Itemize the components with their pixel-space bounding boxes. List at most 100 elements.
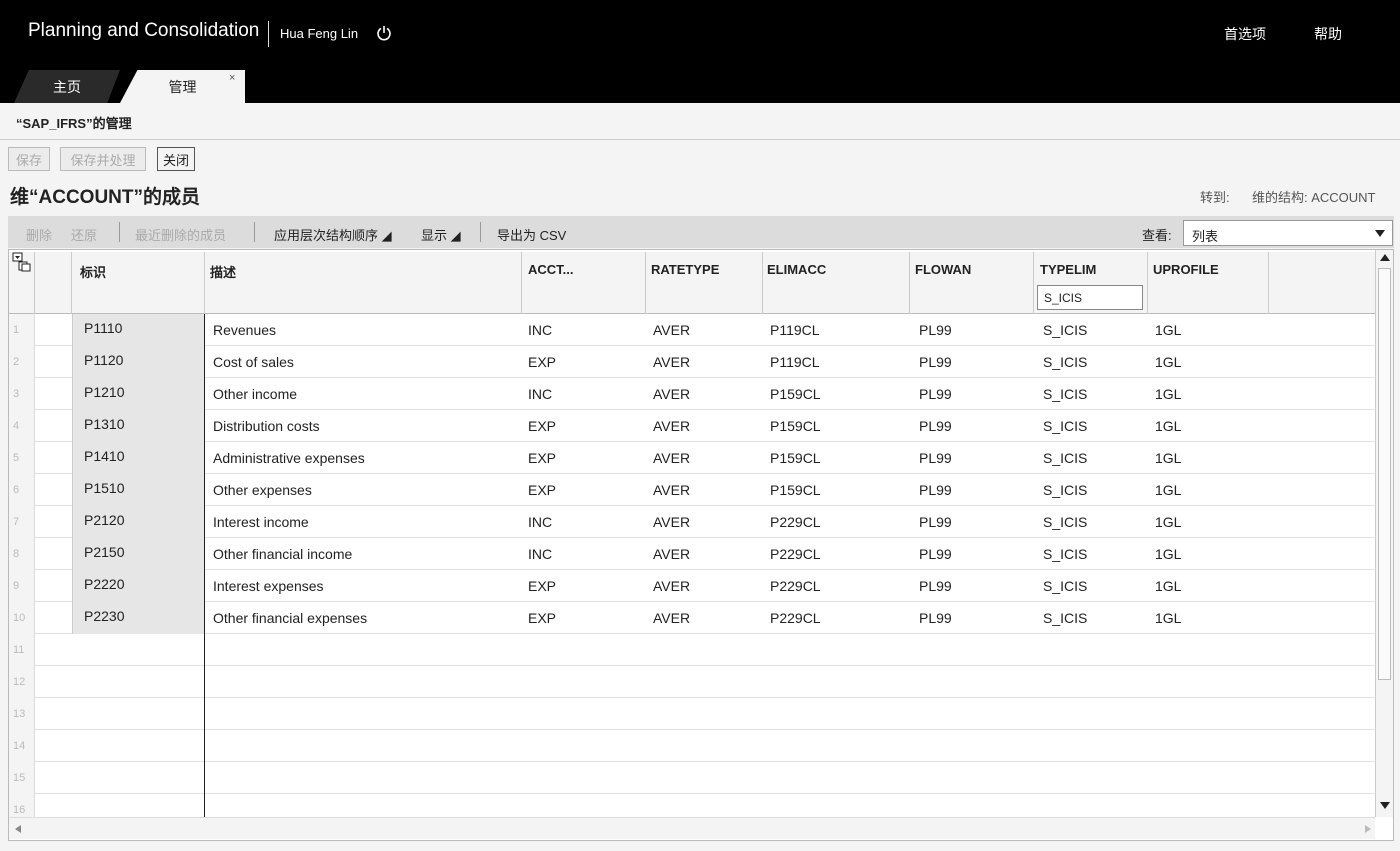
uprofile-cell: 1GL — [1155, 578, 1182, 594]
ratetype-cell: AVER — [653, 482, 691, 498]
scroll-left-icon[interactable] — [15, 825, 21, 833]
uprofile-cell: 1GL — [1155, 610, 1182, 626]
main-content: “SAP_IFRS”的管理 保存 保存并处理 关闭 维“ACCOUNT”的成员 … — [0, 103, 1400, 851]
recently-deleted-button[interactable]: 最近删除的成员 — [135, 225, 226, 244]
empty-row: 13 — [9, 698, 1375, 730]
flowan-cell: PL99 — [919, 546, 952, 562]
uprofile-cell: 1GL — [1155, 386, 1182, 402]
acct-cell: INC — [528, 546, 553, 562]
table-row[interactable]: 7 P2120 Interest income INC AVER P229CL PL99 S_… — [9, 506, 1375, 538]
help-link[interactable]: 帮助 — [1314, 24, 1342, 44]
table-row[interactable]: 5 P1410 Administrative expenses EXP AVER P159… — [9, 442, 1375, 474]
description-cell: Other expenses — [213, 482, 312, 498]
breadcrumb: “SAP_IFRS”的管理 — [16, 116, 132, 131]
id-cell: P2220 — [72, 570, 204, 602]
column-settings-icon[interactable] — [12, 252, 34, 272]
typelim-cell: S_ICIS — [1043, 354, 1088, 370]
acct-cell: INC — [528, 386, 553, 402]
save-and-process-button[interactable]: 保存并处理 — [60, 147, 146, 171]
restore-button[interactable]: 还原 — [71, 225, 97, 244]
uprofile-cell: 1GL — [1155, 546, 1182, 562]
column-header-flowan[interactable]: FLOWAN — [910, 252, 1034, 314]
table-row[interactable]: 3 P1210 Other income INC AVER P159CL PL99 S_ICI… — [9, 378, 1375, 410]
acct-cell: EXP — [528, 610, 557, 626]
app-title: Planning and Consolidation — [28, 20, 260, 41]
dimension-structure-link[interactable]: 维的结构: ACCOUNT — [1252, 187, 1376, 206]
description-cell: Other financial income — [213, 546, 353, 562]
row-select-cell — [35, 570, 72, 602]
horizontal-scrollbar[interactable] — [9, 817, 1375, 839]
id-cell: P1510 — [72, 474, 204, 506]
save-button[interactable]: 保存 — [8, 147, 50, 171]
elimacc-cell: P229CL — [770, 514, 821, 530]
typelim-filter-input[interactable]: S_ICIS — [1037, 285, 1143, 310]
flowan-cell: PL99 — [919, 386, 952, 402]
toolbar-separator — [480, 222, 481, 242]
toolbar-separator — [119, 222, 120, 242]
table-row[interactable]: 2 P1120 Cost of sales EXP AVER P119CL PL99 S_IC… — [9, 346, 1375, 378]
ratetype-cell: AVER — [653, 450, 691, 466]
logout-power-icon[interactable] — [376, 25, 392, 41]
table-row[interactable]: 8 P2150 Other financial income INC AVER P229C… — [9, 538, 1375, 570]
acct-cell: EXP — [528, 354, 557, 370]
acct-cell: INC — [528, 322, 553, 338]
row-select-cell — [35, 442, 72, 474]
typelim-cell: S_ICIS — [1043, 610, 1088, 626]
description-cell: Other financial expenses — [213, 610, 368, 626]
tab-close-icon[interactable]: × — [229, 72, 235, 84]
scrollbar-thumb[interactable] — [1378, 268, 1391, 680]
scroll-up-icon[interactable] — [1380, 254, 1390, 261]
row-header-corner — [9, 252, 35, 314]
ratetype-cell: AVER — [653, 610, 691, 626]
description-cell: Interest income — [213, 514, 309, 530]
typelim-cell: S_ICIS — [1043, 386, 1088, 402]
acct-cell: EXP — [528, 418, 557, 434]
scroll-down-icon[interactable] — [1380, 802, 1390, 809]
table-row[interactable]: 9 P2220 Interest expenses EXP AVER P229CL PL99… — [9, 570, 1375, 602]
view-select[interactable]: 列表 — [1183, 220, 1393, 246]
ratetype-cell: AVER — [653, 546, 691, 562]
column-header-elimacc[interactable]: ELIMACC — [763, 252, 910, 314]
table-row[interactable]: 4 P1310 Distribution costs EXP AVER P159CL PL9… — [9, 410, 1375, 442]
uprofile-cell: 1GL — [1155, 354, 1182, 370]
column-header-uprofile[interactable]: UPROFILE — [1148, 252, 1269, 314]
row-number: 15 — [9, 762, 35, 794]
elimacc-cell: P229CL — [770, 610, 821, 626]
delete-button[interactable]: 删除 — [26, 225, 52, 244]
table-row[interactable]: 10 P2230 Other financial expenses EXP AVER P2… — [9, 602, 1375, 634]
column-header-acct[interactable]: ACCT... — [522, 252, 646, 314]
divider — [0, 139, 1400, 140]
apply-hierarchy-order-menu[interactable]: 应用层次结构顺序 ◢ — [274, 225, 392, 244]
preferences-link[interactable]: 首选项 — [1224, 24, 1266, 44]
top-bar: Planning and Consolidation Hua Feng Lin … — [0, 0, 1400, 103]
typelim-cell: S_ICIS — [1043, 450, 1088, 466]
members-grid: 标识 描述 ACCT... RATETYPE ELIMACC FLOWAN TY… — [8, 249, 1394, 841]
scroll-right-icon[interactable] — [1365, 825, 1371, 833]
column-header-description[interactable]: 描述 — [205, 252, 522, 314]
elimacc-cell: P119CL — [770, 322, 820, 338]
display-menu[interactable]: 显示 ◢ — [421, 225, 461, 244]
uprofile-cell: 1GL — [1155, 450, 1182, 466]
table-row[interactable]: 6 P1510 Other expenses EXP AVER P159CL PL99 S_I… — [9, 474, 1375, 506]
view-select-value: 列表 — [1192, 229, 1219, 244]
flowan-cell: PL99 — [919, 322, 952, 338]
acct-cell: EXP — [528, 450, 557, 466]
export-csv-button[interactable]: 导出为 CSV — [497, 225, 566, 244]
description-cell: Administrative expenses — [213, 450, 365, 466]
table-row[interactable]: 1 P1110 Revenues INC AVER P119CL PL99 S_ICIS 1GL — [9, 314, 1375, 346]
column-divider — [204, 314, 205, 817]
tab-manage[interactable]: 管理 — [120, 70, 245, 103]
id-cell: P2150 — [72, 538, 204, 570]
elimacc-cell: P229CL — [770, 578, 821, 594]
id-cell: P2120 — [72, 506, 204, 538]
tab-home[interactable]: 主页 — [14, 70, 120, 103]
empty-row: 15 — [9, 762, 1375, 794]
vertical-scrollbar[interactable] — [1375, 250, 1393, 817]
row-number: 12 — [9, 666, 35, 698]
column-header-ratetype[interactable]: RATETYPE — [646, 252, 763, 314]
close-button[interactable]: 关闭 — [157, 147, 195, 171]
row-select-cell — [35, 506, 72, 538]
description-cell: Revenues — [213, 322, 277, 338]
column-header-id[interactable]: 标识 — [72, 252, 205, 314]
ratetype-cell: AVER — [653, 418, 691, 434]
